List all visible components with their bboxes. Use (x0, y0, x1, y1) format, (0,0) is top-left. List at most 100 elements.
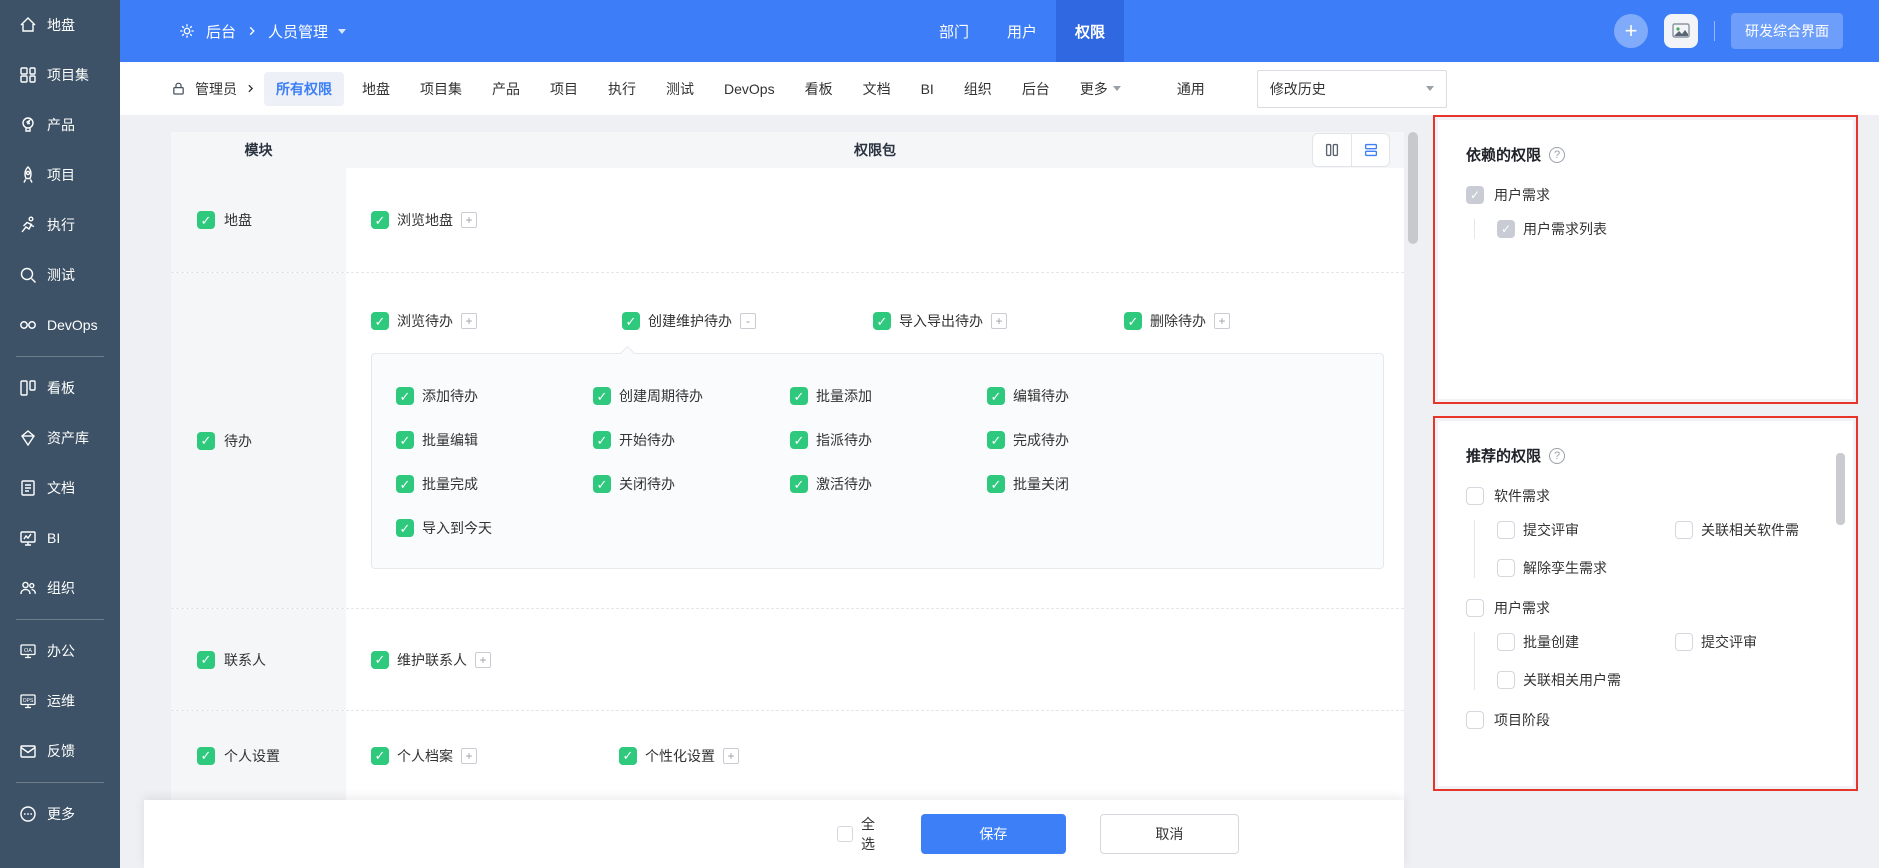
tab-permission[interactable]: 权限 (1056, 0, 1124, 62)
permission-checkbox[interactable] (371, 651, 389, 669)
subnav-tab-all-permissions[interactable]: 所有权限 (264, 72, 344, 106)
cancel-button[interactable]: 取消 (1100, 814, 1239, 854)
workspace-button[interactable]: 研发综合界面 (1731, 13, 1843, 49)
permission-checkbox[interactable] (1466, 711, 1484, 729)
module-checkbox[interactable] (197, 651, 215, 669)
save-button[interactable]: 保存 (921, 814, 1066, 854)
sidebar-item-assets[interactable]: 资产库 (0, 413, 120, 463)
permission-checkbox[interactable] (396, 519, 414, 537)
sub-permission-item: 导入到今天 (396, 518, 593, 538)
permission-checkbox[interactable] (1497, 633, 1515, 651)
panel-scrollbar-thumb[interactable] (1836, 453, 1845, 525)
permission-checkbox[interactable] (790, 431, 808, 449)
row-view-icon[interactable] (1351, 134, 1389, 166)
expand-button[interactable]: + (991, 313, 1007, 329)
sidebar-item-execute[interactable]: 执行 (0, 200, 120, 250)
subnav-tab-kanban[interactable]: 看板 (793, 72, 845, 106)
subnav-tab-more[interactable]: 更多 (1068, 72, 1133, 106)
permission-checkbox[interactable] (1466, 599, 1484, 617)
subnav-tab-bi[interactable]: BI (909, 74, 946, 104)
expand-button[interactable]: + (1214, 313, 1230, 329)
permission-checkbox[interactable] (1497, 671, 1515, 689)
select-all-checkbox[interactable] (837, 826, 853, 842)
permission-checkbox[interactable] (619, 747, 637, 765)
permission-checkbox[interactable] (1675, 521, 1693, 539)
expand-button[interactable]: + (461, 313, 477, 329)
tab-user[interactable]: 用户 (988, 0, 1056, 62)
expand-button[interactable]: + (461, 212, 477, 228)
history-select[interactable]: 修改历史 (1257, 70, 1447, 108)
sidebar-item-program[interactable]: 项目集 (0, 50, 120, 100)
permission-checkbox[interactable] (1466, 487, 1484, 505)
breadcrumb-current[interactable]: 人员管理 (268, 21, 328, 42)
sidebar-item-feedback[interactable]: 反馈 (0, 726, 120, 776)
help-icon[interactable]: ? (1549, 147, 1565, 163)
subnav-tab-docs[interactable]: 文档 (851, 72, 903, 106)
subnav-tab-territory[interactable]: 地盘 (350, 72, 402, 106)
permission-checkbox[interactable] (987, 431, 1005, 449)
subnav-tab-project[interactable]: 项目 (538, 72, 590, 106)
subnav-tab-org[interactable]: 组织 (952, 72, 1004, 106)
module-checkbox[interactable] (197, 432, 215, 450)
permission-checkbox[interactable] (371, 312, 389, 330)
permission-checkbox[interactable] (622, 312, 640, 330)
tab-department[interactable]: 部门 (920, 0, 988, 62)
sidebar-item-bi[interactable]: BI (0, 513, 120, 563)
permission-checkbox[interactable] (1497, 559, 1515, 577)
sidebar-item-more[interactable]: 更多 (0, 789, 120, 839)
permission-label: 开始待办 (619, 430, 675, 450)
sidebar-item-devops[interactable]: DevOps (0, 300, 120, 350)
sidebar-item-home[interactable]: 地盘 (0, 0, 120, 50)
permission-checkbox[interactable] (987, 387, 1005, 405)
permission-checkbox[interactable] (593, 431, 611, 449)
sidebar-item-label: 运维 (47, 691, 75, 711)
permission-checkbox[interactable] (790, 475, 808, 493)
module-checkbox[interactable] (197, 747, 215, 765)
permission-checkbox[interactable] (1497, 220, 1515, 238)
vertical-scrollbar-thumb[interactable] (1408, 132, 1418, 244)
panel-title: 推荐的权限 (1466, 445, 1541, 466)
column-view-icon[interactable] (1313, 134, 1351, 166)
permission-checkbox[interactable] (987, 475, 1005, 493)
permission-checkbox[interactable] (371, 211, 389, 229)
subnav-tab-execute[interactable]: 执行 (596, 72, 648, 106)
help-icon[interactable]: ? (1549, 448, 1565, 464)
module-checkbox[interactable] (197, 211, 215, 229)
permission-checkbox[interactable] (396, 475, 414, 493)
sidebar-item-project[interactable]: 项目 (0, 150, 120, 200)
collapse-button[interactable]: - (740, 313, 756, 329)
role-name[interactable]: 管理员 (195, 79, 237, 99)
permission-checkbox[interactable] (1124, 312, 1142, 330)
sidebar-item-product[interactable]: 产品 (0, 100, 120, 150)
permission-checkbox[interactable] (593, 387, 611, 405)
permission-checkbox[interactable] (371, 747, 389, 765)
expand-button[interactable]: + (723, 748, 739, 764)
permission-checkbox[interactable] (396, 387, 414, 405)
module-label: 个人设置 (224, 746, 280, 766)
permission-checkbox[interactable] (396, 431, 414, 449)
permission-checkbox[interactable] (593, 475, 611, 493)
add-button[interactable]: + (1614, 14, 1648, 48)
sidebar-item-org[interactable]: 组织 (0, 563, 120, 613)
backstage-link[interactable]: 后台 (206, 21, 236, 42)
subnav-tab-product[interactable]: 产品 (480, 72, 532, 106)
sidebar-item-ops[interactable]: OPS 运维 (0, 676, 120, 726)
permission-checkbox[interactable] (873, 312, 891, 330)
permission-checkbox[interactable] (1466, 186, 1484, 204)
chevron-down-icon[interactable] (338, 29, 346, 34)
subnav-tab-test[interactable]: 测试 (654, 72, 706, 106)
subnav-tab-program[interactable]: 项目集 (408, 72, 474, 106)
expand-button[interactable]: + (461, 748, 477, 764)
subnav-tab-backstage[interactable]: 后台 (1010, 72, 1062, 106)
subnav-tab-general[interactable]: 通用 (1165, 72, 1217, 106)
sidebar-item-test[interactable]: 测试 (0, 250, 120, 300)
permission-checkbox[interactable] (1675, 633, 1693, 651)
avatar[interactable] (1664, 14, 1698, 48)
permission-checkbox[interactable] (1497, 521, 1515, 539)
subnav-tab-devops[interactable]: DevOps (712, 74, 787, 104)
permission-checkbox[interactable] (790, 387, 808, 405)
sidebar-item-docs[interactable]: 文档 (0, 463, 120, 513)
sidebar-item-kanban[interactable]: 看板 (0, 363, 120, 413)
sidebar-item-office[interactable]: OA 办公 (0, 626, 120, 676)
expand-button[interactable]: + (475, 652, 491, 668)
